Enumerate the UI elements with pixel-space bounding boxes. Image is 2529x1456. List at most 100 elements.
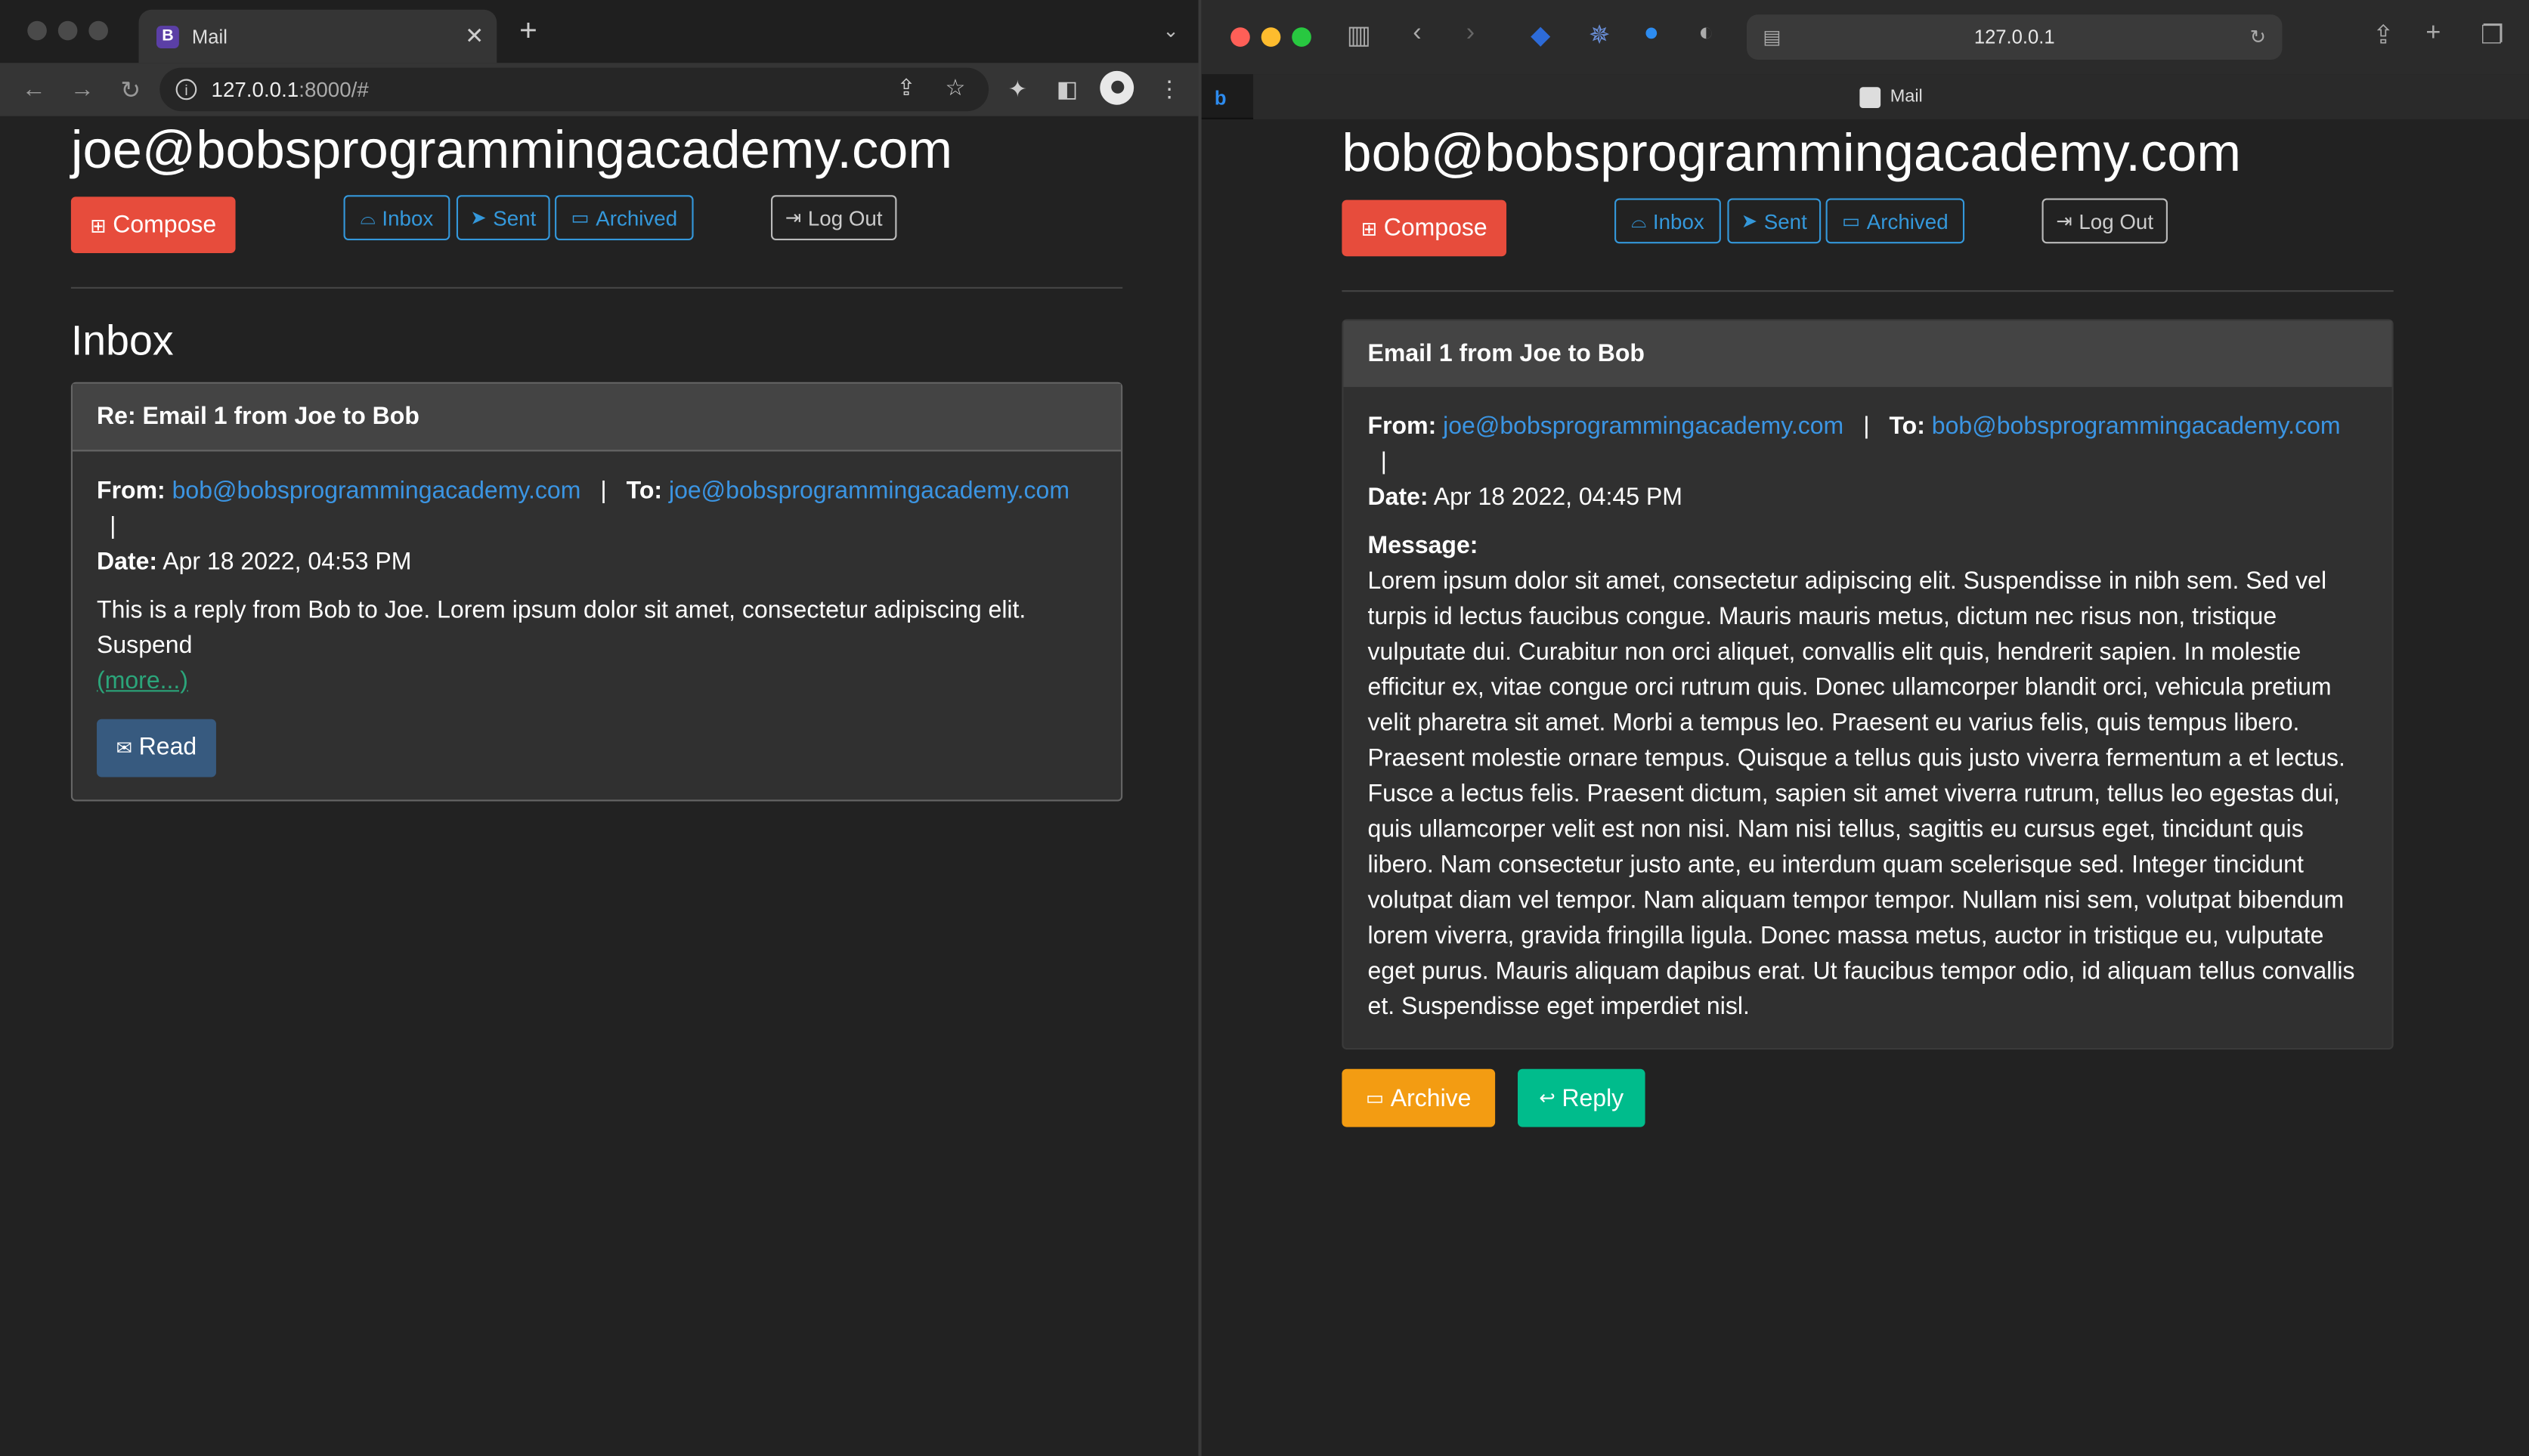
- side-panel-icon[interactable]: ◧: [1057, 76, 1078, 103]
- forward-chevron-icon[interactable]: ›: [1466, 20, 1475, 48]
- folder-open-icon: ▭: [1366, 1087, 1385, 1110]
- archived-button[interactable]: ▭ Archived: [1825, 198, 1965, 244]
- address-bar[interactable]: i 127.0.0.1:8000/# ⇪ ☆: [159, 67, 989, 112]
- folder-open-icon: ▭: [1841, 209, 1861, 233]
- new-tab-icon[interactable]: +: [519, 14, 537, 50]
- forward-arrow-icon[interactable]: →: [68, 76, 97, 103]
- inbox-button[interactable]: ⌓ Inbox: [1614, 198, 1721, 244]
- site-info-icon[interactable]: i: [175, 79, 197, 100]
- archive-button[interactable]: ▭ Archive: [1342, 1068, 1496, 1127]
- meta-separator: |: [110, 512, 116, 540]
- new-tab-icon[interactable]: +: [2425, 20, 2441, 48]
- back-arrow-icon[interactable]: ←: [20, 76, 48, 103]
- logout-button[interactable]: ⇥ Log Out: [771, 195, 897, 240]
- logout-button[interactable]: ⇥ Log Out: [2041, 198, 2168, 244]
- from-address-link[interactable]: joe@bobsprogrammingacademy.com: [1443, 413, 1843, 440]
- read-label: Read: [138, 733, 197, 762]
- zoom-window-button[interactable]: [88, 20, 108, 41]
- bookmark-star-icon[interactable]: ☆: [945, 74, 965, 101]
- email-view-card: Email 1 from Joe to Bob From: joe@bobspr…: [1342, 319, 2394, 1050]
- message-block: Message: Lorem ipsum dolor sit amet, con…: [1368, 529, 2368, 1025]
- date-label: Date:: [97, 548, 158, 576]
- email-subject: Re: Email 1 from Joe to Bob: [73, 383, 1122, 452]
- reply-button[interactable]: ↩ Reply: [1517, 1068, 1645, 1127]
- close-window-button[interactable]: [27, 20, 47, 41]
- zoom-window-button[interactable]: [1292, 27, 1311, 47]
- action-bar: ⊞ Compose ⌓ Inbox ➤ Sent ▭ Archived ⇥ Log Out: [1342, 198, 2393, 262]
- address-text: 127.0.0.1: [1973, 26, 2055, 49]
- close-window-button[interactable]: [1230, 27, 1250, 47]
- read-button[interactable]: ✉ Read: [97, 719, 216, 777]
- profile-avatar-icon[interactable]: [1100, 70, 1134, 105]
- to-address-link[interactable]: joe@bobsprogrammingacademy.com: [669, 478, 1069, 505]
- email-card: Re: Email 1 from Joe to Bob From: bob@bo…: [70, 382, 1123, 802]
- email-subject: Email 1 from Joe to Bob: [1343, 320, 2392, 388]
- archived-label: Archived: [596, 206, 678, 230]
- browser-tab-mail[interactable]: B Mail ✕: [138, 9, 497, 63]
- action-bar: ⊞ Compose ⌓ Inbox ➤ Sent ▭ Archived ⇥ Log Out: [70, 195, 1122, 259]
- page-settings-icon[interactable]: ▤: [1763, 26, 1781, 48]
- window-controls: [1230, 27, 1311, 47]
- tab-title: Mail: [191, 25, 228, 48]
- email-actions: ▭ Archive ↩ Reply: [1342, 1068, 2393, 1133]
- minimize-window-button[interactable]: [1261, 27, 1281, 47]
- envelope-open-icon: ✉: [116, 737, 133, 760]
- inbox-label: Inbox: [1652, 209, 1704, 233]
- share-icon[interactable]: ⇪: [896, 74, 915, 101]
- email-date: Apr 18 2022, 04:45 PM: [1433, 484, 1682, 512]
- paper-plane-icon: ➤: [470, 206, 487, 230]
- more-link[interactable]: (more...): [97, 667, 188, 694]
- url-path: :8000/#: [299, 77, 369, 102]
- minimize-window-button[interactable]: [57, 20, 78, 41]
- inbox-label: Inbox: [382, 206, 434, 230]
- reload-icon[interactable]: ↻: [2250, 26, 2266, 48]
- privacy-shield-icon[interactable]: ◐: [1698, 20, 1714, 48]
- safari-toolbar: ▥ ‹ › ◆ ✵ ● ◐ ▤ 127.0.0.1 ↻ ⇪ + ❐: [1201, 0, 2529, 75]
- meta-separator: |: [1380, 448, 1387, 476]
- user-email-heading: bob@bobsprogrammingacademy.com: [1342, 122, 2242, 183]
- to-label: To:: [1889, 413, 1925, 441]
- pinned-tab-icon[interactable]: b: [1215, 87, 1227, 110]
- url-host: 127.0.0.1: [211, 77, 299, 102]
- chrome-toolbar: ← → ↻ i 127.0.0.1:8000/# ⇪ ☆ ✦ ◧ ⋮: [0, 63, 1199, 116]
- close-tab-icon[interactable]: ✕: [465, 23, 484, 50]
- user-email-heading: joe@bobsprogrammingacademy.com: [70, 119, 953, 179]
- sent-button[interactable]: ➤ Sent: [456, 195, 550, 240]
- sent-label: Sent: [493, 206, 537, 230]
- reload-icon[interactable]: ↻: [116, 75, 145, 104]
- alert-extension-icon[interactable]: ●: [1643, 20, 1659, 48]
- logout-label: Log Out: [2079, 209, 2154, 233]
- from-address-link[interactable]: bob@bobsprogrammingacademy.com: [172, 478, 581, 505]
- section-title: Inbox: [70, 316, 174, 365]
- from-label: From:: [1367, 413, 1437, 441]
- compose-button[interactable]: ⊞ Compose: [1342, 199, 1507, 257]
- sign-out-icon: ⇥: [785, 206, 802, 230]
- divider: [1342, 290, 2394, 292]
- compose-button[interactable]: ⊞ Compose: [70, 196, 236, 254]
- extensions-puzzle-icon[interactable]: ✦: [1008, 76, 1027, 103]
- archived-label: Archived: [1866, 209, 1949, 233]
- inbox-icon: ⌓: [360, 206, 376, 228]
- tab-overview-icon[interactable]: ❐: [2481, 20, 2504, 52]
- tab-favicon: [1859, 86, 1880, 107]
- vpn-extension-icon[interactable]: ✵: [1589, 20, 1611, 52]
- share-icon[interactable]: ⇪: [2373, 20, 2394, 52]
- reply-label: Reply: [1562, 1084, 1624, 1112]
- sidebar-toggle-icon[interactable]: ▥: [1347, 20, 1371, 52]
- inbox-button[interactable]: ⌓ Inbox: [343, 195, 450, 240]
- safari-address-bar[interactable]: ▤ 127.0.0.1 ↻: [1747, 14, 2283, 60]
- to-address-link[interactable]: bob@bobsprogrammingacademy.com: [1932, 413, 2341, 440]
- archived-button[interactable]: ▭ Archived: [555, 195, 694, 240]
- back-chevron-icon[interactable]: ‹: [1413, 20, 1421, 48]
- compose-label: Compose: [113, 211, 217, 239]
- chrome-window: B Mail ✕ + ⌄ ← → ↻ i 127.0.0.1:8000/# ⇪ …: [0, 0, 1199, 1456]
- shield-extension-icon[interactable]: ◆: [1531, 20, 1550, 52]
- chrome-menu-icon[interactable]: ⋮: [1158, 76, 1181, 103]
- sign-out-icon: ⇥: [2056, 209, 2072, 233]
- inbox-icon: ⌓: [1631, 209, 1647, 232]
- safari-tab-mail[interactable]: Mail: [1253, 74, 2529, 119]
- safari-tab-bar: b Mail: [1201, 74, 2529, 119]
- tab-search-chevron-icon[interactable]: ⌄: [1162, 20, 1178, 42]
- chrome-tab-strip: B Mail ✕ + ⌄: [0, 0, 1199, 63]
- sent-button[interactable]: ➤ Sent: [1727, 198, 1822, 244]
